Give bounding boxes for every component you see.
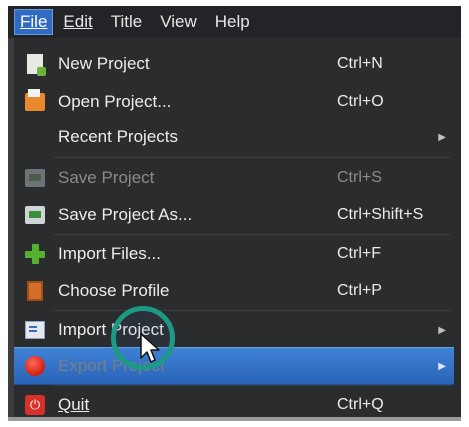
menu-file[interactable]: File [14,9,54,35]
application-window: File Edit Title View Help New Project Ct… [8,6,461,421]
menu-item-shortcut: Ctrl+O [337,93,384,110]
menu-item-save-project: Save Project Ctrl+S [14,160,454,196]
menu-separator [54,157,450,158]
menu-item-label: Save Project As... [58,205,193,224]
folder-open-icon [24,89,46,113]
menu-edit[interactable]: Edit [55,9,100,35]
menu-separator [54,234,450,235]
menu-item-shortcut: Ctrl+P [337,282,382,299]
menu-item-label: Recent Projects [58,127,178,146]
menu-item-import-files[interactable]: Import Files... Ctrl+F [14,236,454,272]
mouse-pointer-icon [140,333,160,363]
menu-title[interactable]: Title [103,9,151,35]
menu-item-label: Choose Profile [58,281,170,300]
menu-bar: File Edit Title View Help [8,6,461,38]
submenu-arrow-icon: ▶ [438,324,446,336]
new-project-icon [24,53,46,76]
export-icon [24,355,46,377]
quit-icon: ⏻ [24,394,46,416]
menu-item-export-project[interactable]: Export Project ▶ [14,347,454,385]
menu-item-shortcut: Ctrl+Q [337,396,384,413]
menu-item-shortcut: Ctrl+N [337,55,383,72]
menu-item-save-project-as[interactable]: Save Project As... Ctrl+Shift+S [14,197,454,233]
menu-separator [54,385,450,386]
menu-item-label: Quit [58,395,90,414]
menu-item-shortcut: Ctrl+S [337,169,382,186]
menu-item-label: Save Project [58,168,155,187]
file-menu-dropdown: New Project Ctrl+N Open Project... Ctrl+… [14,40,454,421]
import-project-icon [24,319,46,341]
submenu-arrow-icon: ▶ [438,360,446,372]
submenu-arrow-icon: ▶ [438,131,446,143]
menu-view[interactable]: View [152,9,205,35]
menu-item-quit[interactable]: ⏻ Quit Ctrl+Q [14,387,454,421]
save-icon [24,167,46,189]
menu-help[interactable]: Help [207,9,258,35]
menu-separator [54,310,450,311]
menu-item-choose-profile[interactable]: Choose Profile Ctrl+P [14,273,454,309]
menu-item-open-project[interactable]: Open Project... Ctrl+O [14,84,454,120]
menu-item-import-project[interactable]: Import Project ▶ [14,312,454,348]
window-bottom-edge [8,417,461,421]
plus-icon [24,243,46,265]
menu-item-new-project[interactable]: New Project Ctrl+N [14,46,454,82]
menu-item-label: Import Files... [58,244,161,263]
save-as-icon [24,204,46,226]
profile-icon [24,280,46,302]
menu-item-shortcut: Ctrl+F [337,245,381,262]
menu-item-shortcut: Ctrl+Shift+S [337,206,424,223]
menu-item-label: New Project [58,54,150,73]
menu-item-recent-projects[interactable]: Recent Projects ▶ [14,119,454,155]
menu-item-label: Open Project... [58,92,172,111]
